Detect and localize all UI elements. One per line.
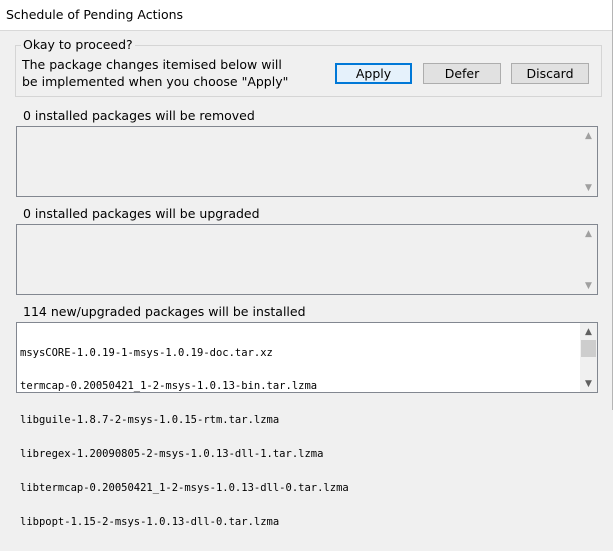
install-group-label: 114 new/upgraded packages will be instal… xyxy=(21,304,308,319)
confirm-message: The package changes itemised below will … xyxy=(22,56,288,90)
install-items: msysCORE-1.0.19-1-msys-1.0.19-doc.tar.xz… xyxy=(20,325,349,551)
scroll-up-icon[interactable]: ▲ xyxy=(580,323,597,340)
window-title: Schedule of Pending Actions xyxy=(6,7,184,22)
remove-list-scrollbar[interactable]: ▲ ▼ xyxy=(580,127,597,196)
list-item[interactable]: libpopt-1.15-2-msys-1.0.13-dll-0.tar.lzm… xyxy=(20,516,349,528)
upgrade-list-scrollbar[interactable]: ▲ ▼ xyxy=(580,225,597,294)
discard-button[interactable]: Discard xyxy=(511,63,589,84)
defer-button[interactable]: Defer xyxy=(423,63,501,84)
title-bar[interactable]: Schedule of Pending Actions xyxy=(0,0,613,31)
apply-button[interactable]: Apply xyxy=(335,63,412,84)
scroll-thumb[interactable] xyxy=(581,340,596,357)
remove-group-label: 0 installed packages will be removed xyxy=(21,108,257,123)
install-list[interactable]: msysCORE-1.0.19-1-msys-1.0.19-doc.tar.xz… xyxy=(16,322,598,528)
confirm-message-line2: be implemented when you choose "Apply" xyxy=(22,74,289,89)
list-item[interactable]: libguile-1.8.7-2-msys-1.0.15-rtm.tar.lzm… xyxy=(20,415,349,427)
scroll-down-icon[interactable]: ▼ xyxy=(580,179,597,196)
upgrade-group-label: 0 installed packages will be upgraded xyxy=(21,206,262,221)
confirm-message-line1: The package changes itemised below will xyxy=(22,57,282,72)
list-item[interactable]: termcap-0.20050421_1-2-msys-1.0.13-bin.t… xyxy=(20,381,349,393)
list-item[interactable]: msysCORE-1.0.19-1-msys-1.0.19-doc.tar.xz xyxy=(20,347,349,359)
scroll-up-icon[interactable]: ▲ xyxy=(580,225,597,242)
list-item[interactable]: libregex-1.20090805-2-msys-1.0.13-dll-1.… xyxy=(20,448,349,460)
remove-list[interactable]: ▲ ▼ xyxy=(16,126,598,197)
scroll-down-icon[interactable]: ▼ xyxy=(580,277,597,294)
scroll-down-icon[interactable]: ▼ xyxy=(580,375,597,392)
confirm-group-label: Okay to proceed? xyxy=(21,37,135,52)
scroll-up-icon[interactable]: ▲ xyxy=(580,127,597,144)
list-item[interactable]: libtermcap-0.20050421_1-2-msys-1.0.13-dl… xyxy=(20,482,349,494)
upgrade-list[interactable]: ▲ ▼ xyxy=(16,224,598,295)
install-list-scrollbar[interactable]: ▲ ▼ xyxy=(580,323,597,392)
